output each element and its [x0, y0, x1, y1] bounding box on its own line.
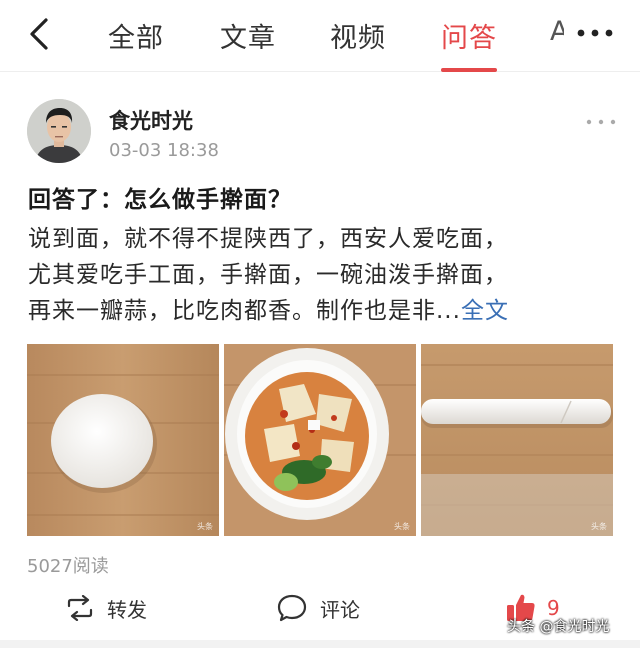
more-options-icon[interactable] [575, 20, 615, 46]
comment-icon [277, 594, 307, 622]
dough-roll-photo[interactable]: 头条 [421, 344, 613, 536]
tab-all[interactable]: 全部 [108, 16, 164, 55]
post-title[interactable]: 回答了：怎么做手擀面？ [28, 180, 292, 214]
read-count: 5027阅读 [27, 556, 109, 577]
source-watermark: 头条 @食光时光 [507, 619, 610, 635]
dough-ball-photo[interactable]: 头条 [27, 344, 219, 536]
tab-qa[interactable]: 问答 [441, 16, 497, 55]
active-tab-indicator [441, 68, 497, 72]
back-arrow-icon[interactable] [22, 14, 62, 54]
top-nav: 全部 文章 视频 问答 A [0, 0, 640, 72]
body-line-text: 再来一瓣蒜，比吃肉都香。制作也是非... [28, 298, 461, 324]
comment-label: 评论 [320, 597, 360, 622]
full-text-link[interactable]: 全文 [461, 298, 509, 324]
post-more-icon[interactable] [585, 114, 617, 130]
dough-ball-icon [27, 344, 219, 536]
repost-icon [67, 595, 93, 621]
photo-watermark: 头条 [394, 522, 410, 531]
repost-button[interactable]: 转发 [65, 590, 147, 626]
comment-button[interactable]: 评论 [276, 590, 360, 626]
body-line: 再来一瓣蒜，比吃肉都香。制作也是非...全文 [28, 293, 618, 329]
post-timestamp: 03-03 18:38 [109, 140, 219, 161]
author-name[interactable]: 食光时光 [109, 105, 193, 135]
bottom-divider [0, 640, 640, 648]
avatar-portrait-icon [27, 99, 91, 163]
photo-watermark: 头条 [591, 522, 607, 531]
avatar[interactable] [27, 99, 91, 163]
dough-roll-icon [421, 344, 613, 536]
post-body[interactable]: 说到面，就不得不提陕西了，西安人爱吃面， 尤其爱吃手工面，手擀面，一碗油泼手擀面… [28, 221, 618, 329]
noodle-bowl-photo[interactable]: 头条 [224, 344, 416, 536]
photo-watermark: 头条 [197, 522, 213, 531]
body-line: 尤其爱吃手工面，手擀面，一碗油泼手擀面， [28, 262, 508, 288]
noodle-bowl-icon [224, 344, 416, 536]
tab-videos[interactable]: 视频 [330, 16, 386, 55]
body-line: 说到面，就不得不提陕西了，西安人爱吃面， [28, 226, 508, 252]
tab-articles[interactable]: 文章 [220, 16, 276, 55]
tab-partial[interactable]: A [550, 16, 564, 47]
repost-label: 转发 [107, 597, 147, 622]
